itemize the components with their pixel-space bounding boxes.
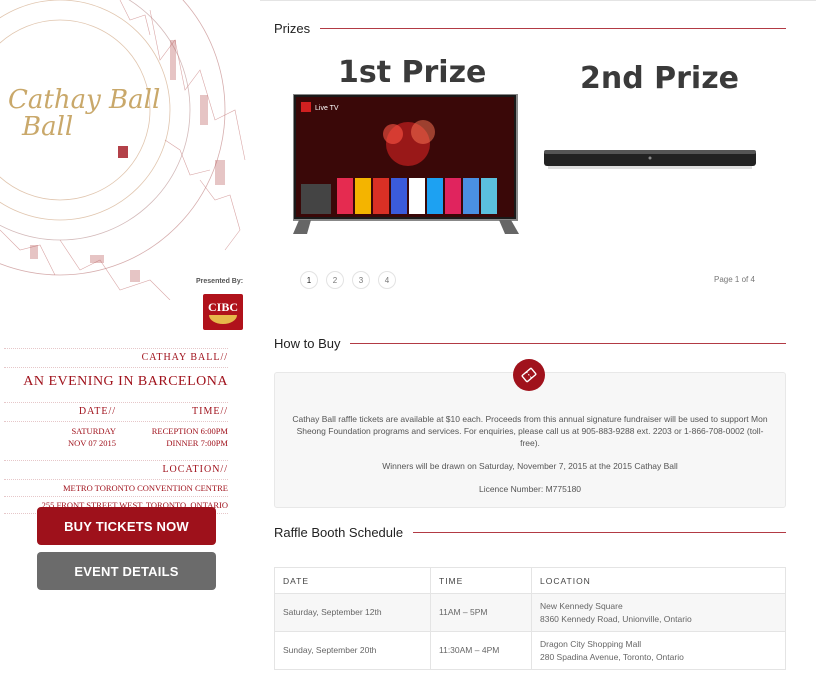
prize-pagination: 1 2 3 4 [300, 271, 396, 289]
top-border [260, 0, 816, 1]
event-tagline: AN EVENING IN BARCELONA [23, 374, 228, 389]
col-date: DATE [274, 567, 431, 594]
how-to-buy-header: How to Buy [274, 336, 786, 351]
col-time: TIME [430, 567, 532, 594]
header-rule [413, 532, 786, 533]
second-prize-title: 2nd Prize [580, 61, 740, 96]
first-prize-title: 1st Prize [338, 55, 487, 90]
page-indicator: Page 1 of 4 [714, 275, 755, 284]
location-address: 280 Spadina Avenue, Toronto, Ontario [540, 651, 684, 662]
how-to-buy-text: Cathay Ball raffle tickets are available… [292, 414, 768, 448]
cibc-logo[interactable]: CIBC [203, 294, 243, 330]
page-2-button[interactable]: 2 [326, 271, 344, 289]
table-header-row: DATE TIME LOCATION [274, 567, 786, 594]
location-label: LOCATION// [162, 464, 228, 475]
event-details-button[interactable]: EVENT DETAILS [37, 552, 216, 590]
location-name: New Kennedy Square [540, 600, 623, 611]
cibc-logo-text: CIBC [207, 300, 238, 314]
presented-by-label: Presented By: [196, 278, 244, 285]
prizes-heading: Prizes [274, 21, 311, 36]
table-row: Sunday, September 20th 11:30AM – 4PM Dra… [274, 631, 786, 670]
row-date: Saturday, September 12th [274, 593, 431, 632]
row-date: Sunday, September 20th [274, 631, 431, 670]
sidebar: Cathay Ball Ball Presented By: CIBC CATH… [0, 0, 260, 679]
tv-prize-image[interactable]: Live TV [293, 94, 519, 234]
how-to-buy-panel: Cathay Ball raffle tickets are available… [274, 359, 786, 508]
row-time: 11AM – 5PM [430, 593, 532, 632]
page-1-button[interactable]: 1 [300, 271, 318, 289]
soundbar-prize-image[interactable] [544, 148, 756, 170]
svg-text:Live TV: Live TV [315, 105, 339, 112]
date-line2: NOV 07 2015 [67, 438, 116, 448]
logo-text: Cathay Ball [8, 85, 160, 115]
event-label: CATHAY BALL// [141, 352, 228, 363]
date-label: DATE// [78, 406, 116, 417]
date-time-labels: DATE// TIME// [4, 406, 228, 417]
location-address: 8360 Kennedy Road, Unionville, Ontario [540, 613, 692, 624]
location-line1: METRO TORONTO CONVENTION CENTRE [62, 483, 228, 493]
how-to-buy-heading: How to Buy [274, 336, 341, 351]
row-location: New Kennedy Square 8360 Kennedy Road, Un… [531, 593, 786, 632]
row-time: 11:30AM – 4PM [430, 631, 532, 670]
event-info: CATHAY BALL// AN EVENING IN BARCELONA DA… [4, 348, 228, 514]
licence-number: Licence Number: M775180 [478, 484, 582, 494]
cibc-logo-swoosh [209, 315, 237, 324]
header-rule [350, 343, 786, 344]
cathay-ball-artwork: Cathay Ball Ball [0, 0, 258, 300]
page-4-button[interactable]: 4 [378, 271, 396, 289]
schedule-heading: Raffle Booth Schedule [274, 525, 404, 540]
header-rule [320, 28, 786, 29]
schedule-header: Raffle Booth Schedule [274, 525, 786, 540]
time-line2: DINNER 7:00PM [166, 438, 228, 448]
col-location: LOCATION [531, 567, 786, 594]
location-name: Dragon City Shopping Mall [540, 638, 642, 649]
raffle-schedule-table: DATE TIME LOCATION Saturday, September 1… [274, 567, 786, 670]
date-line1: SATURDAY [71, 426, 116, 436]
row-location: Dragon City Shopping Mall 280 Spadina Av… [531, 631, 786, 670]
table-row: Saturday, September 12th 11AM – 5PM New … [274, 593, 786, 632]
time-label: TIME// [192, 406, 228, 417]
draw-date-text: Winners will be drawn on Saturday, Novem… [382, 461, 678, 471]
page-3-button[interactable]: 3 [352, 271, 370, 289]
buy-tickets-button[interactable]: BUY TICKETS NOW [37, 507, 216, 545]
prizes-header: Prizes [274, 21, 786, 36]
svg-text:Ball: Ball [21, 112, 73, 142]
ticket-icon [513, 359, 545, 391]
time-line1: RECEPTION 6:00PM [151, 426, 228, 436]
